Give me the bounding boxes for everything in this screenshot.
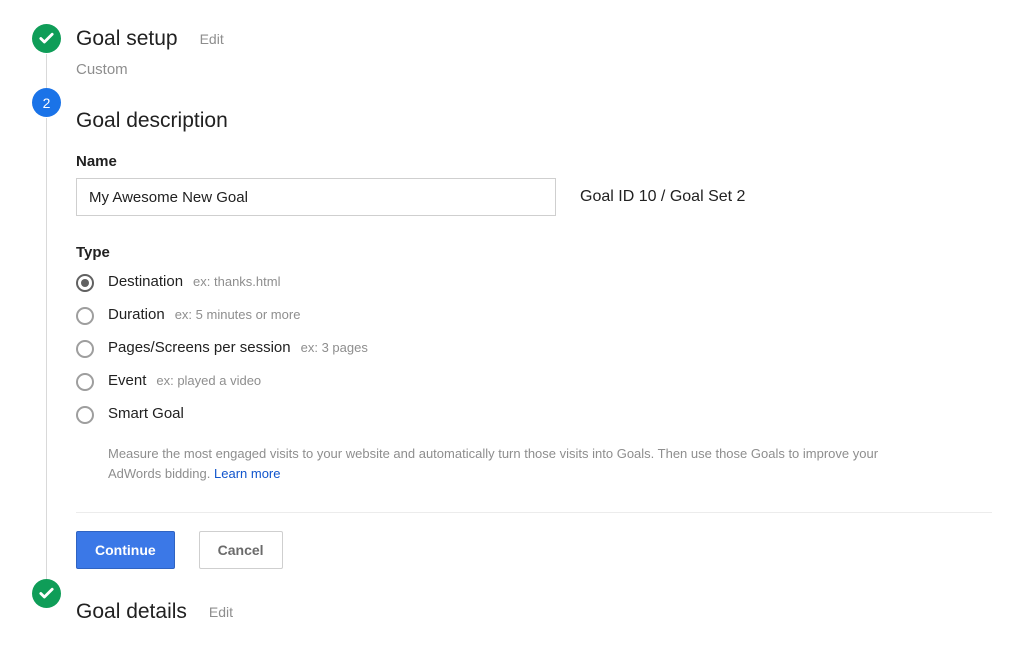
radio-duration[interactable]: Duration ex: 5 minutes or more: [76, 306, 992, 325]
smart-goal-description: Measure the most engaged visits to your …: [108, 444, 928, 484]
radio-hint: ex: 3 pages: [301, 340, 368, 355]
radio-icon[interactable]: [76, 307, 94, 325]
radio-icon[interactable]: [76, 274, 94, 292]
step-title: Goal description: [76, 109, 228, 133]
radio-icon[interactable]: [76, 373, 94, 391]
divider: [76, 512, 992, 513]
type-label: Type: [76, 244, 992, 261]
edit-link[interactable]: Edit: [209, 604, 233, 620]
radio-hint: ex: played a video: [156, 373, 261, 388]
step-number-badge: 2: [32, 88, 61, 117]
edit-link[interactable]: Edit: [200, 31, 224, 47]
name-label: Name: [76, 153, 992, 170]
check-icon: [32, 24, 61, 53]
radio-pages-per-session[interactable]: Pages/Screens per session ex: 3 pages: [76, 339, 992, 358]
radio-label: Destination: [108, 273, 183, 290]
step-goal-setup: Goal setup Edit Custom: [32, 24, 992, 88]
radio-label: Event: [108, 372, 146, 389]
step-goal-details: Goal details Edit: [32, 579, 992, 636]
step-title: Goal details: [76, 600, 187, 624]
learn-more-link[interactable]: Learn more: [214, 466, 280, 481]
radio-event[interactable]: Event ex: played a video: [76, 372, 992, 391]
check-icon: [32, 579, 61, 608]
continue-button[interactable]: Continue: [76, 531, 175, 569]
goal-id-info: Goal ID 10 / Goal Set 2: [580, 188, 745, 206]
radio-label: Pages/Screens per session: [108, 339, 291, 356]
step-title: Goal setup: [76, 27, 178, 51]
radio-label: Smart Goal: [108, 405, 184, 422]
radio-label: Duration: [108, 306, 165, 323]
cancel-button[interactable]: Cancel: [199, 531, 283, 569]
type-radio-group: Destination ex: thanks.html Duration ex:…: [76, 273, 992, 484]
goal-name-input[interactable]: [76, 178, 556, 216]
radio-icon[interactable]: [76, 340, 94, 358]
step-subtitle: Custom: [76, 61, 992, 78]
radio-smart-goal[interactable]: Smart Goal: [76, 405, 992, 424]
radio-icon[interactable]: [76, 406, 94, 424]
radio-hint: ex: thanks.html: [193, 274, 280, 289]
radio-destination[interactable]: Destination ex: thanks.html: [76, 273, 992, 292]
radio-hint: ex: 5 minutes or more: [175, 307, 301, 322]
step-goal-description: 2 Goal description Name Goal ID 10 / Goa…: [32, 88, 992, 579]
